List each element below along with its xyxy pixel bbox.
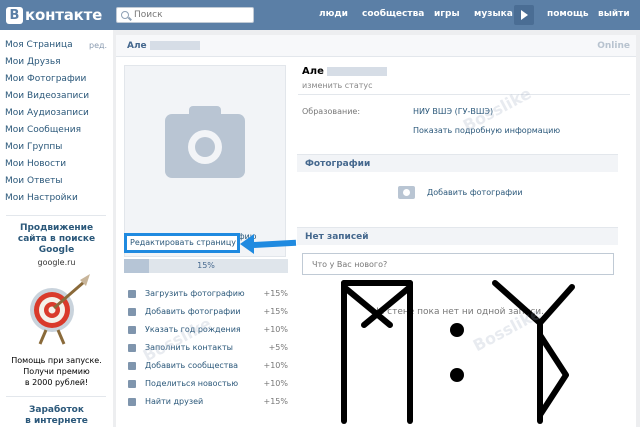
ad-text-line-1: Помощь при запуске. xyxy=(11,356,102,365)
profile-name: Але xyxy=(302,66,387,77)
show-more-info-link[interactable]: Показать подробную информацию xyxy=(413,126,560,135)
change-status-link[interactable]: изменить статус xyxy=(302,81,373,90)
camera-icon xyxy=(398,186,415,199)
nav-logout[interactable]: выйти xyxy=(598,9,630,19)
star-icon xyxy=(128,362,136,370)
new-post-input[interactable]: Что у Вас нового? xyxy=(302,253,614,275)
blurred-surname xyxy=(326,66,387,76)
sidebar-item-settings[interactable]: Мои Настройки xyxy=(5,193,78,203)
calendar-icon xyxy=(128,326,136,334)
task-percent: +15% xyxy=(263,307,288,316)
photos-section-title: Фотографии xyxy=(305,159,371,169)
top-bar: В контакте Поиск люди сообщества игры му… xyxy=(0,0,640,30)
header-name-text: Але xyxy=(127,41,147,51)
nav-people[interactable]: люди xyxy=(319,9,348,19)
wall-section-header: Нет записей xyxy=(297,227,618,245)
vk-logo[interactable]: В контакте xyxy=(6,6,102,24)
task-share-news[interactable]: Поделиться новостью +10% xyxy=(128,377,288,391)
sidebar-item-news[interactable]: Мои Новости xyxy=(5,159,66,169)
online-status: Online xyxy=(597,41,630,51)
profile-divider xyxy=(298,94,630,95)
sidebar-item-answers[interactable]: Мои Ответы xyxy=(5,176,63,186)
profile-name-text: Але xyxy=(302,66,324,77)
task-label: Загрузить фотографию xyxy=(145,289,245,298)
sidebar-divider-2 xyxy=(6,396,106,397)
sidebar-item-messages[interactable]: Мои Сообщения xyxy=(5,125,81,135)
logo-text: контакте xyxy=(25,6,103,24)
task-upload-photo[interactable]: Загрузить фотографию +15% xyxy=(128,287,288,301)
task-percent: +10% xyxy=(263,379,288,388)
photos-section-header[interactable]: Фотографии xyxy=(297,154,618,172)
task-percent: +10% xyxy=(263,361,288,370)
sidebar-item-photos[interactable]: Мои Фотографии xyxy=(5,74,86,84)
nav-music[interactable]: музыка xyxy=(474,9,513,19)
ad-url[interactable]: google.ru xyxy=(0,258,113,267)
profile-progress-bar: 15% xyxy=(124,259,288,273)
sidebar-item-my-page[interactable]: Моя Страница xyxy=(5,40,73,50)
sidebar-item-videos[interactable]: Мои Видеозаписи xyxy=(5,91,89,101)
task-label: Поделиться новостью xyxy=(145,379,239,388)
search-icon xyxy=(121,11,129,19)
logo-letter: В xyxy=(6,6,23,24)
post-placeholder: Что у Вас нового? xyxy=(312,260,388,269)
megaphone-icon xyxy=(128,380,136,388)
profile-header: Але Online xyxy=(116,35,636,57)
blurred-surname xyxy=(149,41,200,50)
nav-games[interactable]: игры xyxy=(434,9,460,19)
search-placeholder: Поиск xyxy=(134,10,163,20)
sidebar-item-groups[interactable]: Мои Группы xyxy=(5,142,62,152)
ad-title-line-3[interactable]: Google xyxy=(0,245,113,256)
camera-icon xyxy=(165,106,245,178)
sidebar-item-audio[interactable]: Мои Аудиозаписи xyxy=(5,108,89,118)
edit-page-label: Редактировать страницу xyxy=(130,238,237,247)
task-percent: +10% xyxy=(263,325,288,334)
task-label: Найти друзей xyxy=(145,397,204,406)
ad-text-line-3: в 2000 рублей! xyxy=(24,378,89,387)
task-label: Добавить фотографии xyxy=(145,307,241,316)
ad-title-line-1[interactable]: Продвижение xyxy=(0,223,113,234)
friends-icon xyxy=(128,398,136,406)
camera-lens xyxy=(188,130,222,164)
sidebar-item-friends[interactable]: Мои Друзья xyxy=(5,57,61,67)
ad2-title-line-2[interactable]: в интернете xyxy=(0,416,113,427)
nav-communities[interactable]: сообщества xyxy=(362,9,424,19)
sidebar-edit-link[interactable]: ред. xyxy=(89,41,107,50)
education-label: Образование: xyxy=(302,107,361,116)
sidebar: Моя Страница ред. Мои Друзья Мои Фотогра… xyxy=(0,30,113,427)
play-icon[interactable] xyxy=(514,5,534,25)
avatar-placeholder[interactable]: Поставить фотографию xyxy=(124,65,286,257)
task-find-friends[interactable]: Найти друзей +15% xyxy=(128,395,288,409)
task-label: Добавить сообщества xyxy=(145,361,239,370)
task-percent: +15% xyxy=(263,397,288,406)
nav-help[interactable]: помощь xyxy=(547,9,589,19)
ad-text-line-2: Получи премию xyxy=(23,367,90,376)
task-add-photos[interactable]: Добавить фотографии +15% xyxy=(128,305,288,319)
wall-section-title: Нет записей xyxy=(305,232,369,242)
header-name: Але xyxy=(127,41,200,51)
task-percent: +15% xyxy=(263,289,288,298)
ad-title-line-2[interactable]: сайта в поиске xyxy=(0,234,113,245)
edit-page-button[interactable]: Редактировать страницу xyxy=(124,233,240,253)
rune-drawing xyxy=(341,280,575,424)
sidebar-divider xyxy=(6,215,106,216)
task-percent: +5% xyxy=(268,343,288,352)
photos-icon xyxy=(128,308,136,316)
arrow-annotation-icon xyxy=(240,234,254,254)
phone-icon xyxy=(128,344,136,352)
camera-icon xyxy=(128,290,136,298)
arrow-annotation-line xyxy=(247,239,297,249)
ad2-title-line-1[interactable]: Заработок xyxy=(0,405,113,416)
search-input[interactable]: Поиск xyxy=(116,7,254,23)
progress-text: 15% xyxy=(197,261,215,270)
add-photos-link[interactable]: Добавить фотографии xyxy=(427,188,523,197)
target-arrow-image[interactable] xyxy=(18,272,94,348)
